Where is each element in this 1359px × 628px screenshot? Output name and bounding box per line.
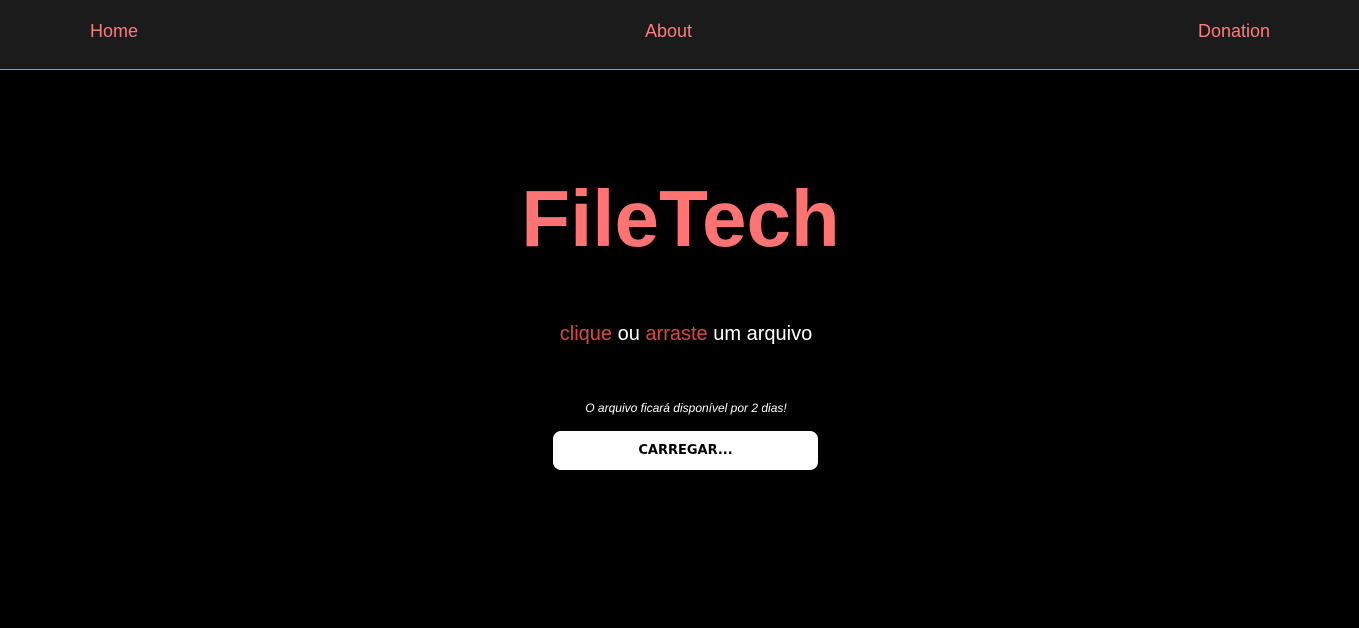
availability-note: O arquivo ficará disponível por 2 dias! (585, 401, 787, 415)
top-navbar: Home About Donation (0, 0, 1359, 70)
nav-link-about[interactable]: About (645, 21, 692, 42)
nav-link-donation[interactable]: Donation (1198, 21, 1270, 42)
page-title: FileTech (521, 174, 840, 263)
nav-link-home[interactable]: Home (90, 21, 138, 42)
dropzone-word-or: ou (617, 323, 640, 345)
main-content: FileTech clique ou arraste um arquivo O … (0, 70, 1359, 628)
dropzone-word-rest: um arquivo (713, 323, 813, 345)
file-dropzone[interactable]: clique ou arraste um arquivo (0, 323, 1359, 346)
upload-button[interactable]: CARREGAR... (553, 431, 818, 470)
dropzone-word-drag: arraste (645, 323, 708, 345)
dropzone-word-click: clique (559, 323, 613, 345)
